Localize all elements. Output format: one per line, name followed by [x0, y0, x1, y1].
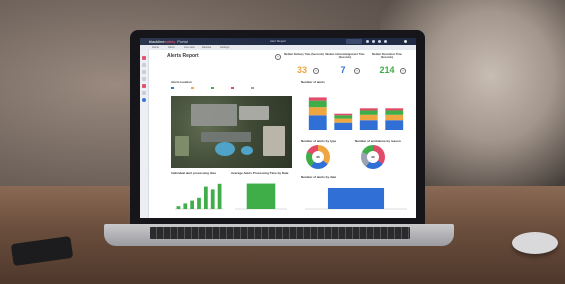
grid-icon[interactable] [384, 40, 387, 43]
sidebar-alerts-icon[interactable] [142, 56, 146, 60]
section-alerts-location: Alerts location [171, 80, 192, 84]
help-icon[interactable]: ? [400, 68, 406, 74]
stacked-bar-segment[interactable] [308, 100, 327, 108]
stacked-bar-segment[interactable] [308, 107, 327, 116]
legend-swatch [211, 86, 214, 89]
stacked-bar-segment[interactable] [359, 114, 378, 121]
tab-devices[interactable]: Devices [202, 46, 211, 49]
bar[interactable] [327, 188, 385, 209]
topbar-title: Alert Report [270, 39, 287, 43]
number-of-alerts-chart [308, 97, 404, 130]
stacked-bar-segment[interactable] [359, 108, 378, 111]
kpi-value-acknowledgement: 7 [340, 65, 346, 75]
stacked-bar-segment[interactable] [359, 110, 378, 115]
brand-part2: safety [164, 39, 176, 44]
tab-live-view[interactable]: Live view [184, 46, 195, 49]
help-icon[interactable]: ? [275, 54, 281, 60]
topbar-search-button[interactable] [346, 39, 362, 44]
bar[interactable] [246, 183, 276, 209]
sidebar-users-icon[interactable] [142, 70, 146, 74]
tab-home[interactable]: Home [152, 46, 159, 49]
brand-part1: blackline [149, 39, 165, 44]
help-icon[interactable]: ? [313, 68, 319, 74]
workalone-by-reason-donut[interactable]: 96 [361, 145, 385, 169]
section-alerts-by-type: Number of alerts by type [301, 139, 337, 143]
stacked-bar-segment[interactable] [385, 114, 404, 121]
donut-center-value: 96 [367, 151, 379, 163]
section-alerts-by-date: Number of alerts by date [301, 175, 337, 179]
bar[interactable] [217, 183, 222, 209]
map-pool [241, 146, 253, 155]
brand-logo[interactable]: blacklinesafety Portal [149, 39, 188, 44]
bar[interactable] [176, 206, 181, 209]
legend-swatch [171, 86, 174, 89]
individual-processing-chart [175, 183, 223, 210]
tab-alerts[interactable]: Alerts [168, 46, 175, 49]
map-pool [215, 142, 235, 156]
stacked-bar-segment[interactable] [334, 113, 353, 116]
map-building [239, 106, 269, 120]
stacked-bar-segment[interactable] [359, 120, 378, 130]
map-building [263, 126, 285, 156]
sidebar-devices-icon[interactable] [142, 77, 146, 81]
page-title: Alerts Report [167, 53, 199, 59]
stacked-bar-segment[interactable] [334, 118, 353, 123]
alerts-by-date-chart [305, 188, 407, 210]
tab-settings[interactable]: Settings [220, 46, 229, 49]
section-workalone-by-reason: Number of workalone by reason [355, 139, 401, 143]
donut-center-value: 96 [312, 151, 324, 163]
legend-swatch [251, 86, 254, 89]
map-field [175, 136, 189, 156]
alerts-location-map[interactable] [171, 96, 292, 168]
sidebar-reports-icon[interactable] [142, 84, 146, 88]
legend-swatch [231, 86, 234, 89]
kpi-label-delivery: Median Delivery Time (Seconds) [284, 53, 324, 56]
sidebar-docs-icon[interactable] [142, 91, 146, 95]
bar[interactable] [197, 197, 201, 209]
photo-scene: blacklinesafety Portal Alert Report Home … [0, 0, 565, 284]
map-building [191, 104, 237, 126]
sidebar [140, 50, 149, 218]
map-legend [171, 86, 292, 89]
stacked-bar-segment[interactable] [334, 122, 353, 130]
bar[interactable] [203, 186, 208, 209]
sidebar-map-icon[interactable] [142, 63, 146, 67]
kpi-value-delivery: 33 [296, 65, 307, 75]
settings-icon[interactable] [378, 40, 381, 43]
section-individual-processing: Individual alert processing time [171, 171, 217, 175]
brand-part3: Portal [177, 39, 188, 44]
kpi-label-resolution: Median Resolution Time (Seconds) [372, 53, 402, 59]
app-topbar: blacklinesafety Portal Alert Report [140, 38, 416, 45]
laptop-screen: blacklinesafety Portal Alert Report Home … [140, 38, 416, 218]
stacked-bar-segment[interactable] [334, 115, 353, 119]
bar[interactable] [210, 189, 215, 209]
computer-mouse [512, 232, 558, 254]
bar[interactable] [190, 200, 195, 209]
help-icon[interactable] [372, 40, 375, 43]
sidebar-active-icon[interactable] [142, 98, 146, 102]
stacked-bar-segment[interactable] [308, 115, 327, 130]
section-number-of-alerts: Number of alerts [301, 80, 325, 84]
bell-icon[interactable] [366, 40, 369, 43]
legend-swatch [191, 86, 194, 89]
stacked-bar-segment[interactable] [308, 97, 327, 101]
kpi-label-acknowledgement: Median Acknowledgement Time (Seconds) [325, 53, 365, 59]
stacked-bar-segment[interactable] [385, 120, 404, 130]
bar[interactable] [183, 203, 188, 209]
report-main: Alerts Report ? Median Delivery Time (Se… [149, 50, 416, 218]
laptop-keyboard [150, 227, 410, 239]
avg-processing-chart [235, 183, 287, 210]
alerts-by-type-donut[interactable]: 96 [306, 145, 330, 169]
map-road [201, 132, 251, 142]
section-avg-processing: Average Alerts Processing Time by Date [231, 171, 289, 175]
stacked-bar-segment[interactable] [385, 108, 404, 111]
help-icon[interactable]: ? [354, 68, 360, 74]
stacked-bar-segment[interactable] [385, 110, 404, 115]
kpi-value-resolution: 214 [379, 65, 395, 75]
avatar[interactable] [404, 40, 407, 43]
